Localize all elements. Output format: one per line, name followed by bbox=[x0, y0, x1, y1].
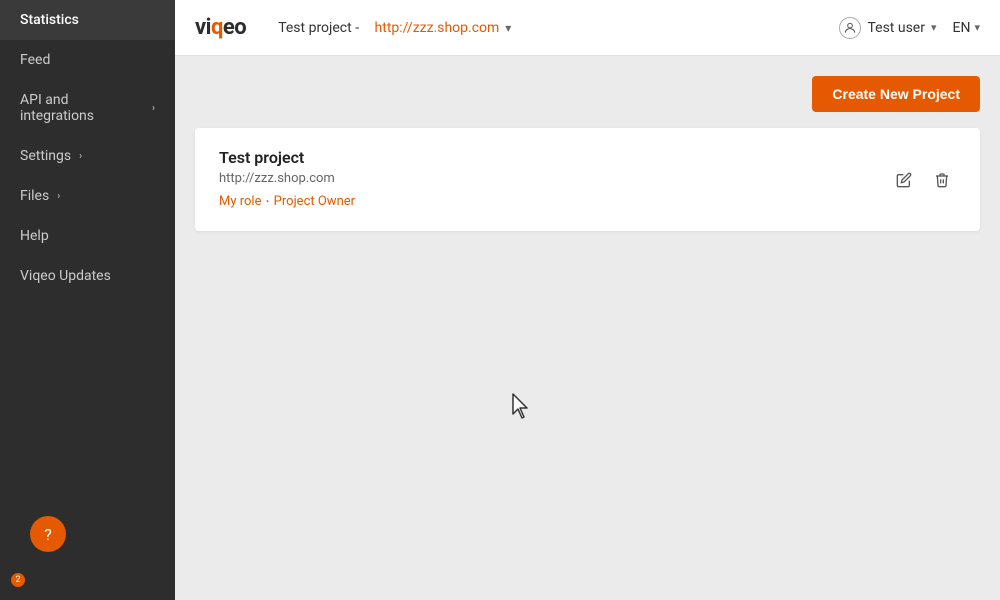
sidebar: Statistics Feed API and integrations › S… bbox=[0, 0, 175, 600]
sidebar-item-label: Statistics bbox=[20, 12, 79, 28]
sidebar-item-label: Feed bbox=[20, 52, 50, 68]
header: viqeo Test project - http://zzz.shop.com… bbox=[175, 0, 1000, 56]
project-owner-link[interactable]: Project Owner bbox=[274, 194, 355, 209]
role-value: Project Owner bbox=[274, 194, 355, 209]
sidebar-item-api[interactable]: API and integrations › bbox=[0, 80, 175, 136]
empty-content-area bbox=[195, 239, 980, 580]
chevron-down-icon: ▾ bbox=[505, 21, 511, 35]
project-url: http://zzz.shop.com bbox=[219, 171, 355, 186]
main-area: viqeo Test project - http://zzz.shop.com… bbox=[175, 0, 1000, 600]
chevron-right-icon: › bbox=[57, 191, 60, 202]
help-icon-button[interactable]: ? bbox=[30, 516, 66, 552]
sidebar-item-feed[interactable]: Feed bbox=[0, 40, 175, 80]
role-separator: · bbox=[265, 192, 269, 211]
trash-icon bbox=[934, 172, 950, 188]
sidebar-item-settings[interactable]: Settings › bbox=[0, 136, 175, 176]
logo: viqeo bbox=[195, 15, 246, 40]
project-info: Test project http://zzz.shop.com My role… bbox=[219, 148, 355, 211]
create-new-project-button[interactable]: Create New Project bbox=[812, 76, 980, 112]
question-mark-icon: ? bbox=[44, 525, 52, 544]
content-area: Create New Project Test project http://z… bbox=[175, 56, 1000, 600]
cursor-icon bbox=[509, 392, 533, 422]
my-role-link[interactable]: My role bbox=[219, 194, 261, 209]
lang-label: EN bbox=[953, 20, 971, 36]
project-label: Test project - bbox=[278, 20, 359, 36]
sidebar-item-label: Viqeo Updates bbox=[20, 268, 111, 284]
project-selector[interactable]: Test project - http://zzz.shop.com ▾ bbox=[278, 20, 823, 36]
project-url-link[interactable]: http://zzz.shop.com bbox=[375, 20, 500, 36]
sidebar-item-label: Settings bbox=[20, 148, 71, 164]
chevron-right-icon: › bbox=[79, 151, 82, 162]
user-avatar-icon bbox=[839, 17, 861, 39]
role-text: My role bbox=[219, 194, 261, 209]
language-selector[interactable]: EN ▾ bbox=[953, 20, 980, 36]
project-actions bbox=[890, 166, 956, 194]
sidebar-item-files[interactable]: Files › bbox=[0, 176, 175, 216]
toolbar: Create New Project bbox=[195, 76, 980, 112]
sidebar-item-label: Files bbox=[20, 188, 49, 204]
sidebar-item-viqeo-updates[interactable]: Viqeo Updates bbox=[0, 256, 175, 296]
user-name-label: Test user bbox=[867, 20, 925, 36]
sidebar-item-help[interactable]: Help bbox=[0, 216, 175, 256]
edit-icon bbox=[896, 172, 912, 188]
chevron-right-icon: › bbox=[152, 103, 155, 114]
project-card: Test project http://zzz.shop.com My role… bbox=[195, 128, 980, 231]
sidebar-item-statistics[interactable]: Statistics bbox=[0, 0, 175, 40]
project-title: Test project bbox=[219, 148, 355, 167]
edit-project-button[interactable] bbox=[890, 166, 918, 194]
chevron-down-icon: ▾ bbox=[974, 21, 980, 34]
delete-project-button[interactable] bbox=[928, 166, 956, 194]
header-right: Test user ▾ EN ▾ bbox=[839, 17, 980, 39]
sidebar-item-label: Help bbox=[20, 228, 49, 244]
badge-count: 2 bbox=[10, 572, 26, 588]
chevron-down-icon: ▾ bbox=[931, 21, 937, 34]
user-menu-button[interactable]: Test user ▾ bbox=[839, 17, 936, 39]
sidebar-item-label: API and integrations bbox=[20, 92, 144, 124]
